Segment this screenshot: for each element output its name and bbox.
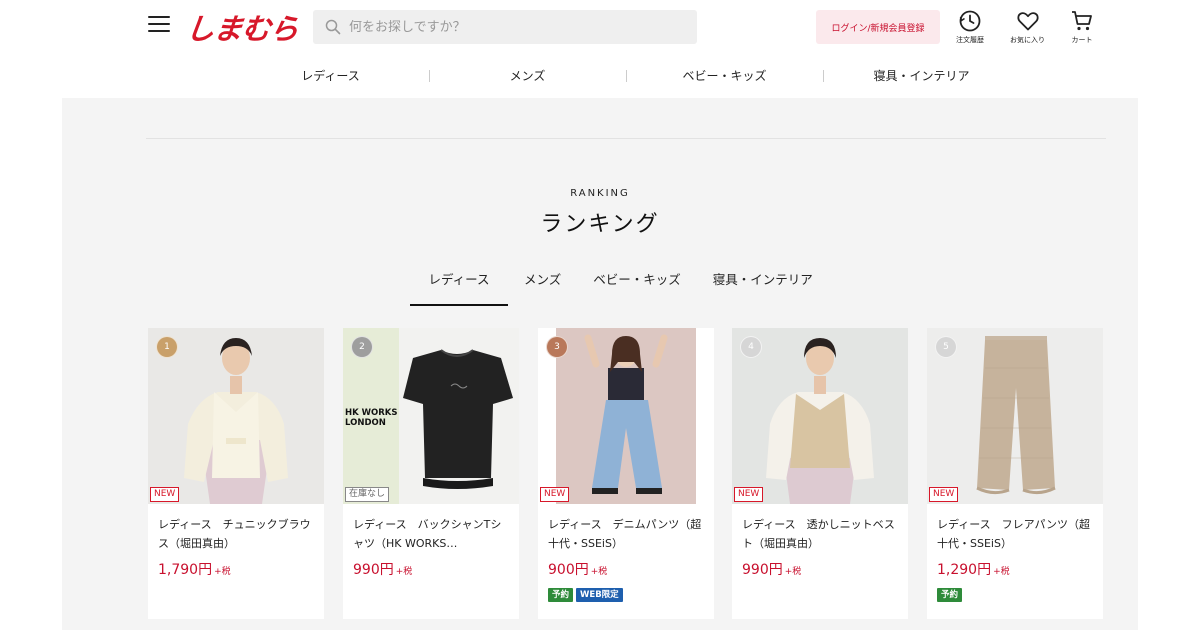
product-name[interactable]: レディース フレアパンツ（超十代・SSEiS） (937, 515, 1093, 553)
product-image: 3 NEW (538, 328, 714, 504)
ranking-tabs: レディース メンズ ベビー・キッズ 寝具・インテリア (410, 268, 829, 306)
product-price: 1,790円 +税 (158, 562, 231, 578)
product-card[interactable]: 3 NEW レディース デニムパンツ（超十代・SSEiS） 900円 +税 予約 … (538, 328, 714, 619)
cart-button[interactable]: カート (1070, 9, 1094, 45)
site-logo[interactable]: しまむら (184, 6, 300, 48)
product-name[interactable]: レディース デニムパンツ（超十代・SSEiS） (548, 515, 704, 553)
tab-bedding-interior[interactable]: 寝具・インテリア (697, 268, 829, 306)
category-bedding-interior[interactable]: 寝具・インテリア (823, 64, 1020, 88)
favorites-icon (1016, 12, 1039, 31)
new-badge: NEW (540, 487, 570, 502)
product-image: 1 NEW (148, 328, 324, 504)
product-price: 990円 +税 (353, 562, 413, 578)
product-price: 1,290円 +税 (937, 562, 1010, 578)
tab-mens[interactable]: メンズ (508, 268, 577, 306)
search-input[interactable] (349, 19, 679, 35)
category-baby-kids[interactable]: ベビー・キッズ (626, 64, 823, 88)
new-badge: NEW (929, 487, 959, 502)
new-badge: NEW (150, 487, 180, 502)
category-ladies[interactable]: レディース (232, 64, 429, 88)
tab-baby-kids[interactable]: ベビー・キッズ (577, 268, 697, 306)
product-card[interactable]: HK WORKS LONDON 2 在庫なし レディース バックシャンTシャツ（… (343, 328, 519, 619)
product-image: 4 NEW (732, 328, 908, 504)
favorites-button[interactable]: お気に入り (1010, 9, 1045, 45)
new-badge: NEW (734, 487, 764, 502)
category-nav: レディース メンズ ベビー・キッズ 寝具・インテリア (232, 64, 1020, 88)
search-bar[interactable] (313, 10, 697, 44)
web-limited-tag: WEB限定 (576, 588, 623, 602)
product-name[interactable]: レディース チュニックブラウス（堀田真由） (158, 515, 314, 553)
product-card[interactable]: 4 NEW レディース 透かしニットベスト（堀田真由） 990円 +税 (732, 328, 908, 619)
product-name[interactable]: レディース 透かしニットベスト（堀田真由） (742, 515, 898, 553)
ranking-eyebrow: RANKING (570, 188, 630, 199)
preorder-tag: 予約 (937, 588, 963, 602)
cart-icon (1072, 11, 1092, 31)
product-image: 5 NEW (927, 328, 1103, 504)
category-mens[interactable]: メンズ (429, 64, 626, 88)
product-tags: 予約 (937, 588, 963, 602)
tab-ladies[interactable]: レディース (410, 268, 508, 306)
product-price: 900円 +税 (548, 562, 608, 578)
order-history-button[interactable]: 注文履歴 (956, 9, 984, 45)
out-of-stock-badge: 在庫なし (345, 487, 390, 502)
rank-badge: 2 (351, 336, 373, 358)
product-name[interactable]: レディース バックシャンTシャツ（HK WORKS… (353, 515, 509, 553)
favorites-label: お気に入り (1010, 36, 1045, 44)
product-image: HK WORKS LONDON 2 在庫なし (343, 328, 519, 504)
menu-icon[interactable] (148, 16, 170, 36)
product-tags: 予約 WEB限定 (548, 588, 623, 602)
section-divider (146, 138, 1106, 139)
rank-badge: 1 (156, 336, 178, 358)
login-register-button[interactable]: ログイン/新規会員登録 (816, 10, 940, 44)
ranking-title: ランキング (540, 212, 660, 237)
cart-label: カート (1071, 36, 1093, 44)
preorder-tag: 予約 (548, 588, 574, 602)
rank-badge: 3 (546, 336, 568, 358)
product-price: 990円 +税 (742, 562, 802, 578)
search-icon (325, 19, 341, 35)
rank-badge: 5 (935, 336, 957, 358)
product-card[interactable]: 1 NEW レディース チュニックブラウス（堀田真由） 1,790円 +税 (148, 328, 324, 619)
order-history-label: 注文履歴 (956, 36, 984, 44)
brand-mark-text: HK WORKS LONDON (345, 408, 398, 428)
product-card[interactable]: 5 NEW レディース フレアパンツ（超十代・SSEiS） 1,290円 +税 予… (927, 328, 1103, 619)
order-history-icon (959, 10, 981, 32)
site-header: しまむら ログイン/新規会員登録 注文履歴 お気に入り カート (0, 0, 1200, 56)
ranking-section: RANKING ランキング レディース メンズ ベビー・キッズ 寝具・インテリア… (62, 98, 1138, 630)
rank-badge: 4 (740, 336, 762, 358)
